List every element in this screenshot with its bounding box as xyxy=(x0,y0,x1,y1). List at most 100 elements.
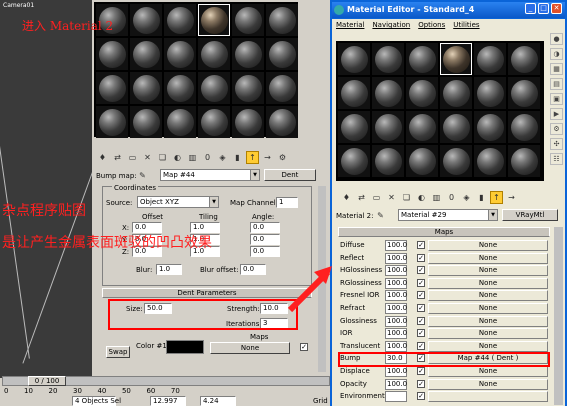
get-material-icon[interactable]: ♦ xyxy=(96,151,109,164)
map-enable-checkbox[interactable]: ✓ xyxy=(417,379,425,388)
pick-material-icon[interactable]: ✎ xyxy=(136,169,149,182)
color1-map-button[interactable]: None xyxy=(210,342,290,354)
sample-slot[interactable] xyxy=(164,106,196,138)
sample-slot[interactable] xyxy=(508,43,540,75)
color1-swatch[interactable] xyxy=(166,340,204,354)
assign-icon[interactable]: ▭ xyxy=(370,191,383,204)
sample-slot[interactable] xyxy=(338,145,370,177)
map-amount-field[interactable]: 100.0 xyxy=(385,240,407,251)
show-map-icon[interactable]: ◈ xyxy=(216,151,229,164)
sample-slot[interactable] xyxy=(372,43,404,75)
map-amount-field[interactable]: 100.0 xyxy=(385,366,407,377)
sample-slot-selected[interactable] xyxy=(440,43,472,75)
sample-slot[interactable] xyxy=(440,111,472,143)
map-slot-button[interactable] xyxy=(428,391,548,403)
angle-y-field[interactable]: 0.0 xyxy=(250,234,280,245)
sample-slot-selected[interactable] xyxy=(198,4,230,36)
sample-slot[interactable] xyxy=(130,106,162,138)
map-slot-button[interactable]: None xyxy=(428,265,548,277)
maximize-button[interactable]: □ xyxy=(538,3,549,14)
map-enable-checkbox[interactable]: ✓ xyxy=(417,392,425,401)
copy-icon[interactable]: ❏ xyxy=(156,151,169,164)
angle-x-field[interactable]: 0.0 xyxy=(250,222,280,233)
sample-slot[interactable] xyxy=(338,111,370,143)
minimize-button[interactable]: _ xyxy=(525,3,536,14)
sample-slot[interactable] xyxy=(232,72,264,104)
sample-slot[interactable] xyxy=(96,106,128,138)
sample-slot[interactable] xyxy=(232,4,264,36)
map-amount-field[interactable]: 100.0 xyxy=(385,303,407,314)
blur-field[interactable]: 1.0 xyxy=(156,264,182,275)
map-enable-checkbox[interactable]: ✓ xyxy=(417,241,425,249)
map-enable-checkbox[interactable]: ✓ xyxy=(417,316,425,325)
menu-navigation[interactable]: Navigation xyxy=(372,19,410,31)
put-library-icon[interactable]: ▥ xyxy=(186,151,199,164)
map-enable-checkbox[interactable]: ✓ xyxy=(417,253,425,262)
map-enable-checkbox[interactable]: ✓ xyxy=(417,341,425,350)
go-parent-icon[interactable]: ↑ xyxy=(490,191,503,204)
sample-slot[interactable] xyxy=(508,145,540,177)
sample-slot[interactable] xyxy=(130,38,162,70)
sample-slot[interactable] xyxy=(338,77,370,109)
source-dropdown[interactable]: Object XYZ ▼ xyxy=(137,196,219,208)
color1-map-checkbox[interactable]: ✓ xyxy=(300,343,308,351)
map-slot-button[interactable]: None xyxy=(428,303,548,314)
menu-utilities[interactable]: Utilities xyxy=(453,19,479,31)
sample-slot[interactable] xyxy=(372,145,404,177)
select-by-material-icon[interactable]: ✣ xyxy=(550,138,563,150)
map-slot-button[interactable]: None xyxy=(428,240,548,251)
unique-icon[interactable]: ◐ xyxy=(415,191,428,204)
backlight-icon[interactable]: ◑ xyxy=(550,48,563,60)
map-amount-field[interactable]: 100.0 xyxy=(385,252,407,264)
effects-channel-icon[interactable]: 0 xyxy=(445,191,458,204)
sample-slot[interactable] xyxy=(406,111,438,143)
pick-material-icon[interactable]: ✎ xyxy=(374,209,387,222)
time-slider-thumb[interactable]: 0 / 100 xyxy=(28,376,66,386)
map-enable-checkbox[interactable]: ✓ xyxy=(417,278,425,287)
material-type-button[interactable]: VRayMtl xyxy=(502,209,558,221)
swap-button[interactable]: Swap xyxy=(106,346,130,358)
sample-slot[interactable] xyxy=(406,43,438,75)
map-amount-field[interactable]: 100.0 xyxy=(385,378,407,390)
unique-icon[interactable]: ◐ xyxy=(171,151,184,164)
map-slot-button[interactable]: None xyxy=(428,328,548,340)
x-coord-field[interactable]: 12.997 xyxy=(150,396,186,406)
map-channel-field[interactable]: 1 xyxy=(276,197,298,208)
map-amount-field[interactable]: 100.0 xyxy=(385,290,407,302)
put-to-scene-icon[interactable]: ⇄ xyxy=(111,151,124,164)
sample-slot[interactable] xyxy=(164,4,196,36)
make-preview-icon[interactable]: ▶ xyxy=(550,108,563,120)
sample-slot[interactable] xyxy=(474,43,506,75)
copy-icon[interactable]: ❏ xyxy=(400,191,413,204)
sample-slot[interactable] xyxy=(232,106,264,138)
map-slot-button[interactable]: None xyxy=(428,252,548,264)
show-map-icon[interactable]: ◈ xyxy=(460,191,473,204)
maps-rollout-header[interactable]: Maps xyxy=(338,227,550,237)
show-result-icon[interactable]: ▮ xyxy=(475,191,488,204)
sample-slot[interactable] xyxy=(96,72,128,104)
sample-slot[interactable] xyxy=(266,106,298,138)
material-navigator-icon[interactable]: ☷ xyxy=(550,153,563,165)
effects-channel-icon[interactable]: 0 xyxy=(201,151,214,164)
sample-slot[interactable] xyxy=(508,77,540,109)
delete-icon[interactable]: ✕ xyxy=(141,151,154,164)
sample-slot[interactable] xyxy=(198,38,230,70)
map-slot-button[interactable]: None xyxy=(428,366,548,377)
camera-viewport[interactable]: Camera01 xyxy=(0,0,99,378)
menu-material[interactable]: Material xyxy=(336,19,364,31)
sample-slot[interactable] xyxy=(372,77,404,109)
background-icon[interactable]: ▦ xyxy=(550,63,563,75)
go-forward-icon[interactable]: → xyxy=(505,191,518,204)
sample-slot[interactable] xyxy=(130,4,162,36)
map-enable-checkbox[interactable]: ✓ xyxy=(417,367,425,375)
sample-slot[interactable] xyxy=(474,145,506,177)
assign-icon[interactable]: ▭ xyxy=(126,151,139,164)
sample-slot[interactable] xyxy=(474,111,506,143)
map-slot-button[interactable]: None xyxy=(428,315,548,327)
map-enable-checkbox[interactable]: ✓ xyxy=(417,329,425,338)
map-amount-field[interactable]: 100.0 xyxy=(385,277,407,289)
map-slot-button[interactable]: None xyxy=(428,290,548,302)
uv-tiling-icon[interactable]: ▤ xyxy=(550,78,563,90)
get-material-icon[interactable]: ♦ xyxy=(340,191,353,204)
material-name-field[interactable]: Material #29 ▼ xyxy=(398,209,498,221)
